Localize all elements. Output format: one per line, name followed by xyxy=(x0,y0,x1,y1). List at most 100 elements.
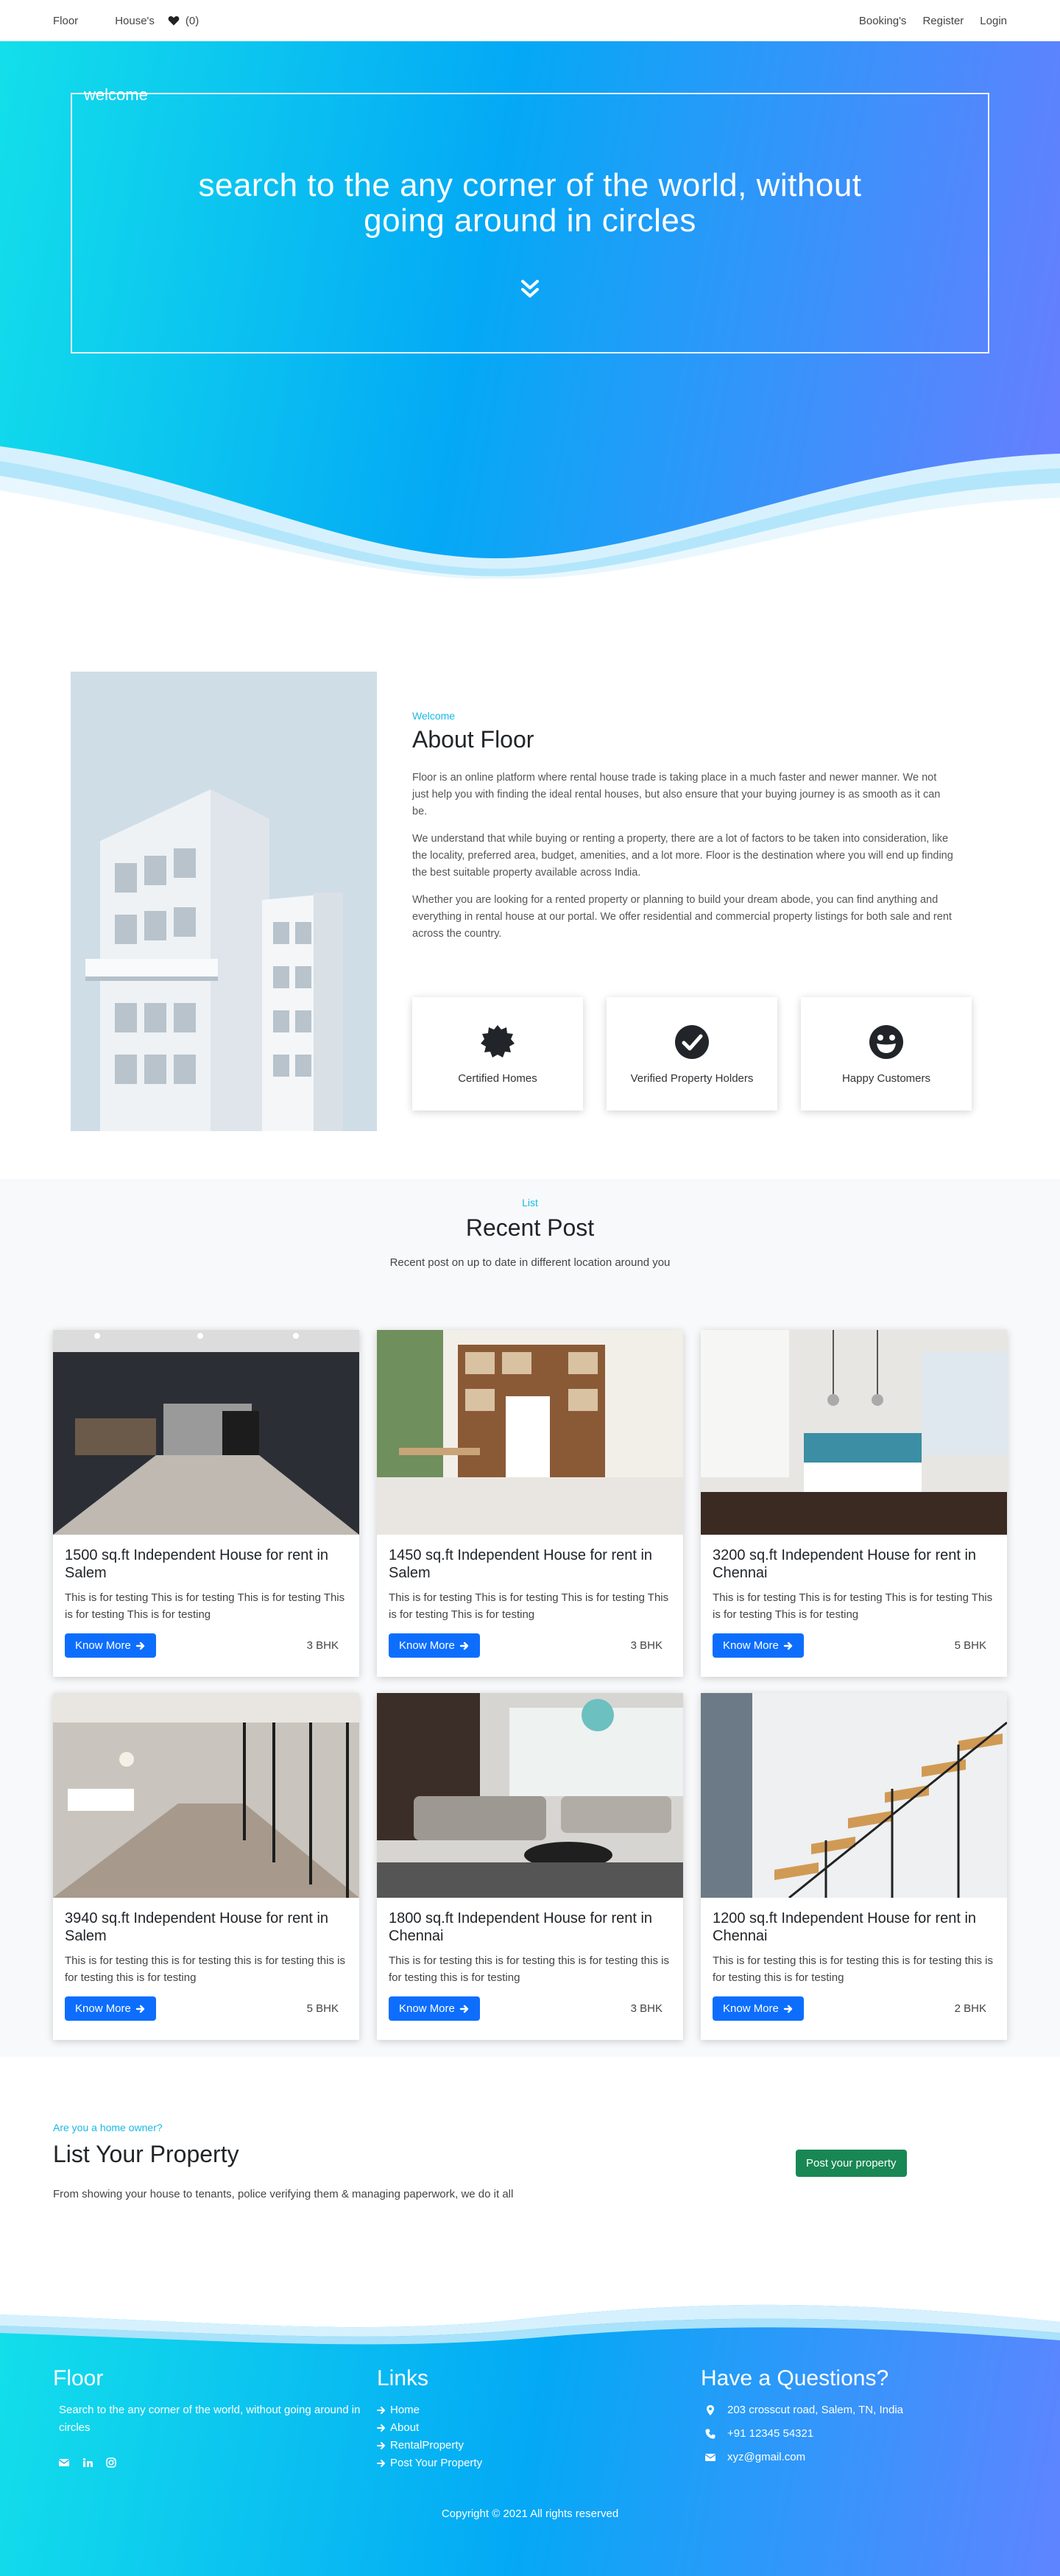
contact-list: 203 crosscut road, Salem, TN, India +91 … xyxy=(701,2401,903,2466)
feature-card-verified: Verified Property Holders xyxy=(607,997,777,1111)
property-description: This is for testing This is for testing … xyxy=(389,1591,669,1621)
arrow-right-icon xyxy=(377,2407,385,2414)
recent-posts-section: List Recent Post Recent post on up to da… xyxy=(0,1179,1060,2057)
footer-link-rental-property[interactable]: RentalProperty xyxy=(377,2437,482,2454)
nav-right: Booking's Register Login xyxy=(859,15,1007,27)
list-property-eyebrow: Are you a home owner? xyxy=(53,2122,163,2133)
map-marker-icon xyxy=(707,2405,714,2415)
know-more-label: Know More xyxy=(399,1639,455,1652)
footer-link-post-property[interactable]: Post Your Property xyxy=(377,2454,482,2472)
footer: Floor Search to the any corner of the wo… xyxy=(0,2300,1060,2576)
know-more-label: Know More xyxy=(75,1639,131,1652)
footer-wave xyxy=(0,2300,1060,2345)
top-navbar: Floor House's (0) Booking's Register Log… xyxy=(0,0,1060,41)
nav-favourites-link[interactable]: (0) xyxy=(168,15,199,27)
bhk-badge: 5 BHK xyxy=(306,2002,339,2015)
know-more-label: Know More xyxy=(75,2002,131,2015)
property-card: 3200 sq.ft Independent House for rent in… xyxy=(701,1330,1007,1677)
arrow-right-icon xyxy=(377,2442,385,2449)
footer-link-home[interactable]: Home xyxy=(377,2401,482,2419)
arrow-right-icon xyxy=(135,1641,145,1650)
card-footer: Know More 5 BHK xyxy=(65,1996,339,2021)
property-card: 1500 sq.ft Independent House for rent in… xyxy=(53,1330,359,1677)
footer-contact-column: Have a Questions? 203 crosscut road, Sal… xyxy=(701,2366,903,2472)
property-title: 1200 sq.ft Independent House for rent in… xyxy=(713,1910,977,1944)
property-description: This is for testing This is for testing … xyxy=(713,1591,993,1621)
footer-brand: Floor xyxy=(53,2366,104,2390)
phone-icon xyxy=(705,2429,716,2439)
property-image xyxy=(701,1330,1007,1535)
footer-contact-title: Have a Questions? xyxy=(701,2366,889,2390)
post-property-button[interactable]: Post your property xyxy=(796,2150,907,2177)
card-body: 1450 sq.ft Independent House for rent in… xyxy=(377,1535,683,1623)
property-title: 3200 sq.ft Independent House for rent in… xyxy=(713,1547,977,1581)
know-more-button[interactable]: Know More xyxy=(713,1633,804,1658)
card-body: 1800 sq.ft Independent House for rent in… xyxy=(377,1898,683,1986)
feature-card-certified: Certified Homes xyxy=(412,997,583,1111)
bhk-badge: 3 BHK xyxy=(630,1639,662,1652)
list-property-text: From showing your house to tenants, poli… xyxy=(53,2188,514,2200)
list-property-section: Are you a home owner? List Your Property… xyxy=(0,2057,1060,2300)
hero-wave xyxy=(0,446,1060,579)
nav-register-link[interactable]: Register xyxy=(922,15,964,27)
footer-link-label: Home xyxy=(390,2404,420,2416)
know-more-button[interactable]: Know More xyxy=(713,1996,804,2021)
property-card: 1200 sq.ft Independent House for rent in… xyxy=(701,1693,1007,2040)
copyright-text: Copyright © 2021 All rights reserved xyxy=(441,2508,619,2520)
footer-links-column: Links Home About RentalProperty Post You… xyxy=(377,2366,482,2472)
footer-link-label: Post Your Property xyxy=(390,2457,483,2469)
envelope-icon xyxy=(705,2454,716,2461)
card-body: 1200 sq.ft Independent House for rent in… xyxy=(701,1898,1007,1986)
footer-link-about[interactable]: About xyxy=(377,2419,482,2437)
about-paragraph-3: Whether you are looking for a rented pro… xyxy=(412,894,952,940)
recent-title: Recent Post xyxy=(465,1214,595,1241)
brand-link[interactable]: Floor xyxy=(53,15,78,27)
contact-phone[interactable]: +91 12345 54321 xyxy=(701,2425,903,2443)
hero-legend: welcome xyxy=(84,85,148,104)
bhk-badge: 3 BHK xyxy=(306,1639,339,1652)
double-chevron-down-icon[interactable] xyxy=(520,278,540,300)
property-description: This is for testing this is for testing … xyxy=(65,1954,345,1984)
nav-houses-link[interactable]: House's xyxy=(115,15,155,27)
email-text: xyz@gmail.com xyxy=(727,2451,806,2463)
footer-links-title: Links xyxy=(377,2366,429,2390)
feature-card-happy: Happy Customers xyxy=(801,997,972,1111)
heart-icon xyxy=(168,15,180,26)
about-section: Welcome About Floor Floor is an online p… xyxy=(0,579,1060,1179)
property-image xyxy=(377,1693,683,1898)
phone-text: +91 12345 54321 xyxy=(727,2427,814,2440)
linkedin-icon[interactable] xyxy=(82,2457,93,2468)
know-more-label: Know More xyxy=(399,2002,455,2015)
know-more-button[interactable]: Know More xyxy=(65,1633,156,1658)
property-title: 1800 sq.ft Independent House for rent in… xyxy=(389,1910,653,1944)
know-more-button[interactable]: Know More xyxy=(389,1996,480,2021)
footer-about-column: Floor Search to the any corner of the wo… xyxy=(53,2366,370,2468)
know-more-button[interactable]: Know More xyxy=(389,1633,480,1658)
nav-bookings-link[interactable]: Booking's xyxy=(859,15,907,27)
feature-label: Certified Homes xyxy=(458,1071,537,1085)
property-image xyxy=(53,1693,359,1898)
about-paragraph-2: We understand that while buying or renti… xyxy=(412,833,953,879)
footer-description: Search to the any corner of the world, w… xyxy=(59,2404,361,2434)
property-image xyxy=(377,1330,683,1535)
property-card: 3940 sq.ft Independent House for rent in… xyxy=(53,1693,359,2040)
feature-label: Happy Customers xyxy=(841,1071,931,1085)
nav-login-link[interactable]: Login xyxy=(980,15,1007,27)
card-footer: Know More 5 BHK xyxy=(713,1633,986,1658)
favourites-count: (0) xyxy=(185,14,199,27)
contact-email[interactable]: xyz@gmail.com xyxy=(701,2449,903,2466)
instagram-icon[interactable] xyxy=(106,2457,116,2468)
arrow-right-icon xyxy=(377,2460,385,2467)
about-text-block: Welcome About Floor Floor is an online p… xyxy=(412,710,953,953)
card-body: 1500 sq.ft Independent House for rent in… xyxy=(53,1535,359,1623)
envelope-icon[interactable] xyxy=(59,2457,69,2468)
know-more-button[interactable]: Know More xyxy=(65,1996,156,2021)
hero-frame: welcome search to the any corner of the … xyxy=(71,85,989,353)
property-description: This is for testing this is for testing … xyxy=(713,1954,993,1984)
bhk-badge: 2 BHK xyxy=(954,2002,986,2015)
property-title: 1450 sq.ft Independent House for rent in… xyxy=(389,1547,653,1581)
property-title: 3940 sq.ft Independent House for rent in… xyxy=(65,1910,329,1944)
card-footer: Know More 3 BHK xyxy=(65,1633,339,1658)
about-title: About Floor xyxy=(412,726,534,753)
check-circle-icon xyxy=(675,1024,709,1059)
